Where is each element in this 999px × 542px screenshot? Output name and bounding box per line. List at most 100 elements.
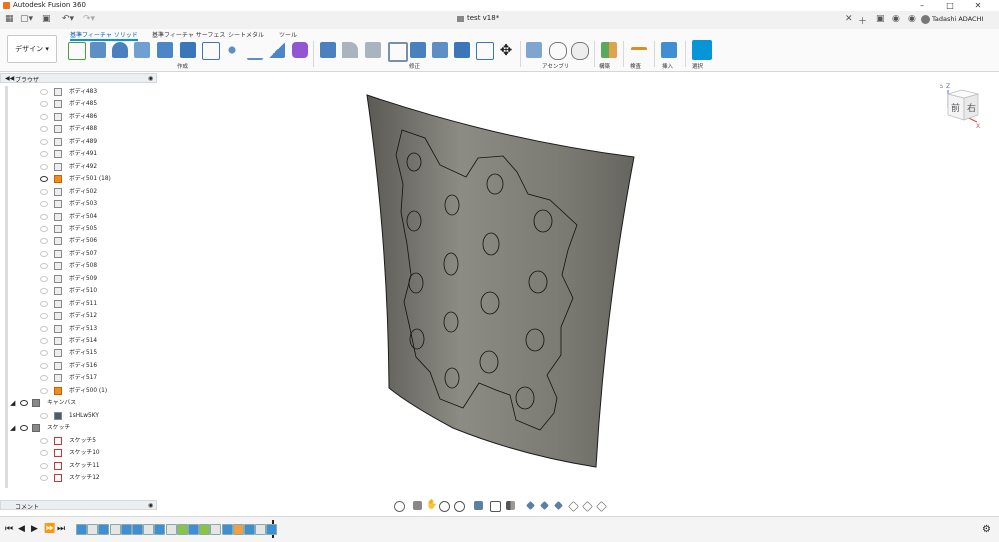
add-comment-icon[interactable]: ◉ xyxy=(148,502,153,509)
timeline-feature-icon[interactable] xyxy=(98,524,110,535)
visibility-eye-icon[interactable] xyxy=(40,350,48,357)
visibility-eye-icon[interactable] xyxy=(40,375,48,382)
visibility-eye-icon[interactable] xyxy=(40,201,48,208)
go-to-end-icon[interactable]: ⏭ xyxy=(57,524,65,534)
canvas-viewport[interactable] xyxy=(160,72,999,504)
insert-image-icon[interactable] xyxy=(661,42,677,58)
view-top-icon[interactable] xyxy=(540,501,549,510)
group-assemble-label[interactable]: アセンブリ xyxy=(542,62,569,70)
user-name[interactable]: Tadashi ADACHI xyxy=(932,15,983,23)
maximize-icon[interactable]: □ xyxy=(937,0,963,11)
visibility-eye-icon[interactable] xyxy=(40,89,48,95)
comments-panel-header[interactable]: コメント ◉ xyxy=(0,500,157,511)
visibility-eye-icon[interactable] xyxy=(40,138,48,145)
hole-icon[interactable] xyxy=(157,42,173,58)
timeline-feature-icon[interactable] xyxy=(132,524,143,535)
group-insert-label[interactable]: 挿入 xyxy=(662,62,673,70)
browser-panel-header[interactable]: ◀◀ ブラウザ ◉ xyxy=(0,73,157,84)
tab-solid[interactable]: 基準フィーチャ ソリッド xyxy=(70,30,138,41)
offset-plane-icon[interactable] xyxy=(601,42,617,58)
visibility-eye-icon[interactable] xyxy=(40,213,48,220)
timeline-feature-icon[interactable] xyxy=(266,524,278,535)
group-modify-label[interactable]: 修正 xyxy=(409,62,420,70)
pattern-icon[interactable] xyxy=(224,42,240,58)
group-inspect-label[interactable]: 検査 xyxy=(630,62,641,70)
visibility-eye-icon[interactable] xyxy=(40,362,48,369)
timeline-feature-icon[interactable] xyxy=(176,524,188,535)
timeline-feature-icon[interactable] xyxy=(120,524,132,535)
tab-surface[interactable]: 基準フィーチャ サーフェス xyxy=(152,30,225,39)
visibility-eye-icon[interactable] xyxy=(20,400,28,407)
visibility-eye-icon[interactable] xyxy=(40,176,48,183)
job-status-icon[interactable]: ▣ xyxy=(876,14,885,24)
user-avatar[interactable] xyxy=(921,15,930,24)
curved-surface-body[interactable] xyxy=(366,94,635,468)
view-right-icon[interactable] xyxy=(554,501,563,510)
visibility-eye-icon[interactable] xyxy=(40,113,48,120)
timeline-feature-icon[interactable] xyxy=(221,524,233,535)
orbit-icon[interactable] xyxy=(394,501,405,512)
visibility-eye-icon[interactable] xyxy=(40,126,48,133)
timeline-feature-icon[interactable] xyxy=(188,524,199,535)
visibility-eye-icon[interactable] xyxy=(40,462,48,469)
timeline-feature-icon[interactable] xyxy=(109,524,121,535)
workspace-switcher[interactable]: デザイン ▾ xyxy=(7,35,57,63)
visibility-eye-icon[interactable] xyxy=(40,300,48,307)
move-icon[interactable]: ✥ xyxy=(498,42,514,58)
visibility-eye-icon[interactable] xyxy=(40,151,48,158)
group-select-label[interactable]: 選択 xyxy=(692,62,703,70)
combine-icon[interactable] xyxy=(454,42,470,58)
visibility-eye-icon[interactable] xyxy=(40,338,48,344)
cube-front-label[interactable]: 前 xyxy=(951,102,960,114)
visibility-eye-icon[interactable] xyxy=(40,387,48,394)
timeline-feature-icon[interactable] xyxy=(165,524,177,535)
visibility-eye-icon[interactable] xyxy=(40,163,48,170)
as-built-joint-icon[interactable] xyxy=(571,42,589,60)
tab-sheet-metal[interactable]: シートメタル xyxy=(228,30,264,39)
select-icon[interactable] xyxy=(692,40,712,60)
timeline-feature-icon[interactable] xyxy=(76,524,87,535)
thicken-icon[interactable] xyxy=(269,42,285,58)
grid-settings-icon[interactable] xyxy=(490,501,501,512)
chamfer-icon[interactable] xyxy=(365,42,381,58)
minimize-icon[interactable]: – xyxy=(909,0,935,11)
new-component-icon[interactable] xyxy=(526,42,542,58)
view-home-icon[interactable] xyxy=(582,501,593,512)
visibility-eye-icon[interactable] xyxy=(40,313,48,320)
visibility-eye-icon[interactable] xyxy=(40,101,48,108)
timeline-feature-icon[interactable] xyxy=(210,524,222,535)
view-iso-icon[interactable] xyxy=(568,501,579,512)
visibility-eye-icon[interactable] xyxy=(40,474,48,481)
help-icon[interactable]: ◉ xyxy=(908,14,916,24)
visibility-eye-icon[interactable] xyxy=(40,325,48,332)
close-icon[interactable]: ✕ xyxy=(965,0,991,11)
view-cube[interactable]: 前 右 Z X ⌂ xyxy=(940,80,984,130)
play-icon[interactable]: ▶ xyxy=(31,524,38,534)
scale-icon[interactable] xyxy=(432,42,448,58)
undo-icon[interactable]: ↶▾ xyxy=(62,14,74,24)
timeline-feature-icon[interactable] xyxy=(154,524,166,535)
fit-icon[interactable] xyxy=(454,501,465,512)
visibility-eye-icon[interactable] xyxy=(40,412,48,419)
timeline-feature-icon[interactable] xyxy=(199,524,211,535)
notification-icon[interactable]: ◉ xyxy=(892,14,900,24)
pan-icon[interactable]: ✋ xyxy=(426,501,437,510)
mirror-icon[interactable] xyxy=(247,42,263,60)
file-menu-icon[interactable]: ▢▾ xyxy=(20,14,33,24)
panel-pin-icon[interactable]: ◉ xyxy=(148,75,153,82)
tab-tools[interactable]: ツール xyxy=(279,30,297,39)
extrude-icon[interactable] xyxy=(90,42,106,58)
visibility-eye-icon[interactable] xyxy=(40,288,48,295)
revolve-icon[interactable] xyxy=(112,42,128,58)
expand-arrow-icon[interactable]: ◢ xyxy=(10,422,15,434)
visibility-eye-icon[interactable] xyxy=(40,225,48,232)
replace-face-icon[interactable] xyxy=(476,42,494,60)
group-construct-label[interactable]: 構築 xyxy=(599,62,610,70)
look-at-icon[interactable] xyxy=(413,501,422,510)
step-forward-icon[interactable]: ⏩ xyxy=(44,524,55,534)
timeline-feature-icon[interactable] xyxy=(87,524,99,535)
redo-icon[interactable]: ↷▾ xyxy=(83,14,95,24)
collapse-panel-icon[interactable]: ◀◀ xyxy=(5,75,14,82)
visibility-eye-icon[interactable] xyxy=(40,437,48,444)
measure-icon[interactable] xyxy=(631,47,647,56)
